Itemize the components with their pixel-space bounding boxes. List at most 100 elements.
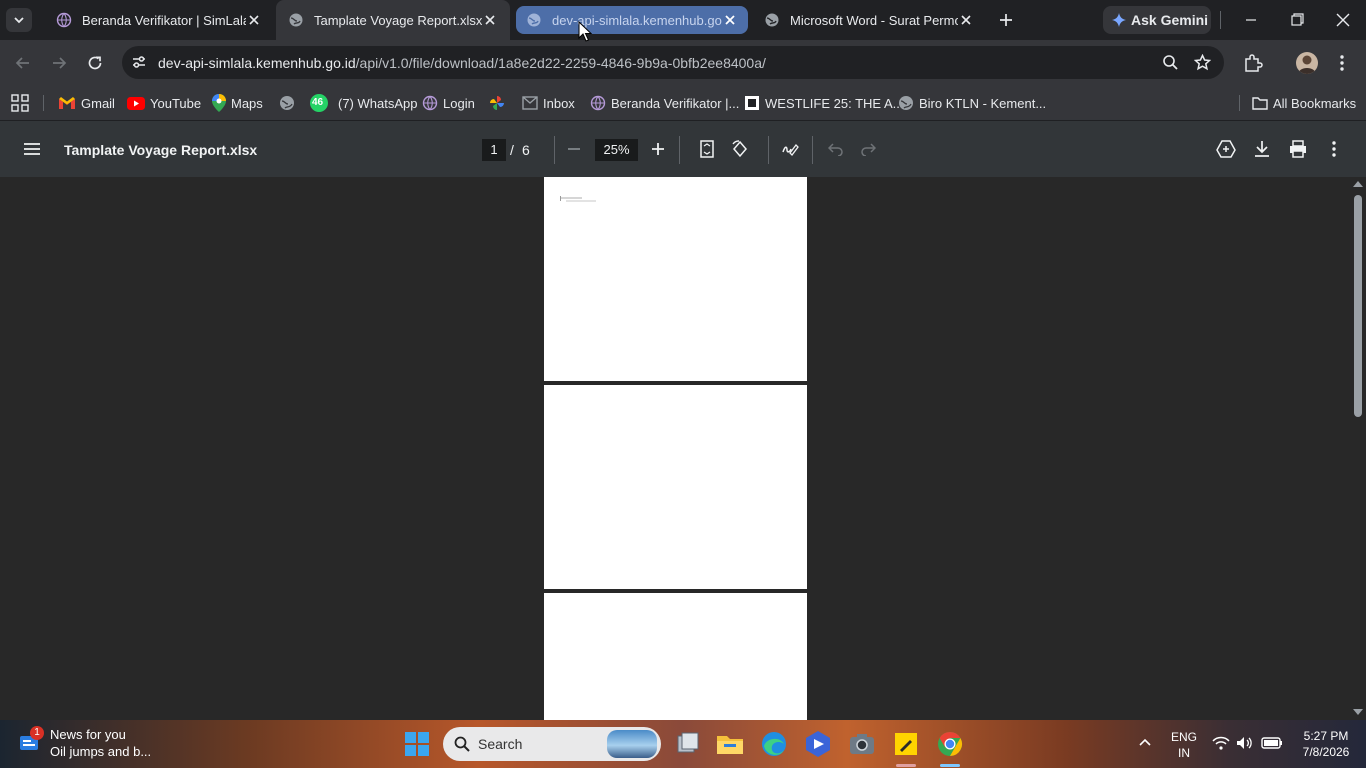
bookmark-beranda-verifikator[interactable]: Beranda Verifikator |... — [590, 93, 739, 113]
address-bar[interactable]: dev-api-simlala.kemenhub.go.id/api/v1.0/… — [122, 46, 1224, 79]
scroll-down-arrow-icon[interactable] — [1353, 708, 1363, 716]
rotate-icon[interactable] — [731, 140, 749, 158]
draw-annotate-icon[interactable] — [781, 140, 799, 158]
bookmark-label: Login — [443, 95, 475, 111]
download-icon[interactable] — [1254, 140, 1270, 158]
bookmark-globe[interactable] — [279, 93, 300, 113]
sticky-notes-icon[interactable] — [890, 728, 922, 760]
bookmark-label: Maps — [231, 95, 263, 111]
fit-to-page-icon[interactable] — [700, 140, 714, 158]
clock-time[interactable]: 5:27 PM — [1296, 729, 1356, 743]
restore-icon — [1282, 10, 1312, 30]
zoom-level-input[interactable]: 25% — [595, 139, 638, 161]
mouse-pointer-icon — [578, 21, 592, 43]
close-window-button[interactable] — [1328, 10, 1358, 30]
globe-icon — [764, 12, 780, 28]
globe-icon — [590, 95, 611, 111]
scroll-up-arrow-icon[interactable] — [1353, 180, 1363, 188]
taskbar-search[interactable]: Search — [443, 727, 661, 761]
pdf-viewer-area[interactable] — [0, 177, 1350, 720]
windows-start-icon[interactable] — [405, 732, 429, 756]
redo-icon[interactable] — [860, 142, 876, 156]
bookmark-pinwheel[interactable] — [489, 93, 510, 113]
chevron-up-icon[interactable] — [1138, 737, 1152, 747]
wifi-icon[interactable] — [1212, 736, 1230, 750]
tab-title: Microsoft Word - Surat Permoh — [790, 12, 958, 28]
undo-icon[interactable] — [828, 142, 844, 156]
minimize-button[interactable] — [1236, 10, 1266, 30]
hamburger-menu-icon[interactable] — [23, 142, 41, 156]
chevron-down-icon — [13, 14, 25, 26]
app-blue-icon[interactable] — [802, 728, 834, 760]
task-view-icon[interactable] — [672, 728, 704, 760]
tab-search-button[interactable] — [6, 8, 32, 32]
close-icon — [1328, 10, 1358, 30]
close-icon[interactable] — [246, 12, 262, 28]
scroll-thumb[interactable] — [1354, 195, 1362, 417]
language-top[interactable]: ENG — [1170, 730, 1198, 744]
plus-icon — [999, 13, 1013, 27]
camera-icon[interactable] — [846, 728, 878, 760]
tab-tamplate-voyage-report[interactable]: Tamplate Voyage Report.xlsx — [276, 0, 510, 40]
page-number-input[interactable]: 1 — [482, 139, 506, 161]
bookmark-inbox[interactable]: Inbox — [522, 93, 575, 113]
tab-dev-api-simlala[interactable]: dev-api-simlala.kemenhub.go.id — [516, 6, 748, 34]
apps-grid-icon[interactable] — [11, 94, 29, 112]
save-to-drive-icon[interactable] — [1216, 140, 1236, 158]
new-tab-button[interactable] — [996, 10, 1016, 30]
bookmark-westlife[interactable]: WESTLIFE 25: THE A... — [744, 93, 903, 113]
zoom-out-button[interactable] — [567, 142, 581, 156]
pdf-page-2 — [544, 385, 807, 589]
restore-button[interactable] — [1282, 10, 1312, 30]
zoom-magnifier-icon[interactable] — [1162, 54, 1179, 71]
divider — [554, 136, 555, 164]
minimize-icon — [1236, 10, 1266, 30]
bookmark-label: Gmail — [81, 95, 115, 111]
bookmark-whatsapp[interactable]: 46 (7) WhatsApp — [310, 93, 417, 113]
divider — [679, 136, 680, 164]
forward-button[interactable] — [49, 53, 69, 73]
close-icon[interactable] — [722, 12, 738, 28]
file-explorer-icon[interactable] — [714, 728, 746, 760]
vertical-scrollbar[interactable] — [1350, 177, 1366, 720]
page-thumbnail-text — [560, 195, 598, 203]
clock-date[interactable]: 7/8/2026 — [1296, 745, 1356, 759]
profile-avatar[interactable] — [1296, 52, 1318, 74]
extensions-button[interactable] — [1243, 53, 1263, 73]
bookmark-biro-ktln[interactable]: Biro KTLN - Kement... — [898, 93, 1046, 113]
chrome-menu-button[interactable] — [1334, 53, 1350, 73]
close-icon[interactable] — [958, 12, 974, 28]
reload-button[interactable] — [85, 53, 105, 73]
arrow-left-icon — [13, 53, 33, 73]
bookmark-youtube[interactable]: YouTube — [127, 93, 201, 113]
edge-browser-icon[interactable] — [758, 728, 790, 760]
volume-icon[interactable] — [1236, 736, 1254, 750]
back-button[interactable] — [13, 53, 33, 73]
zoom-in-button[interactable] — [651, 142, 665, 156]
bookmark-label: Inbox — [543, 95, 575, 111]
battery-icon[interactable] — [1261, 735, 1283, 749]
tab-microsoft-word[interactable]: Microsoft Word - Surat Permoh — [752, 0, 986, 40]
language-bottom[interactable]: IN — [1170, 746, 1198, 760]
bookmark-star-icon[interactable] — [1194, 54, 1211, 71]
print-icon[interactable] — [1289, 140, 1307, 158]
ask-gemini-button[interactable]: Ask Gemini — [1103, 6, 1211, 34]
news-widget[interactable]: 1 News for you Oil jumps and b... — [18, 726, 158, 762]
chrome-icon[interactable] — [934, 728, 966, 760]
news-title: News for you — [50, 727, 126, 742]
page-separator: / — [510, 142, 514, 158]
site-info-icon[interactable] — [131, 54, 147, 70]
url-host: dev-api-simlala.kemenhub.go.id — [158, 55, 356, 71]
more-options-icon[interactable] — [1327, 140, 1341, 158]
tab-beranda-verifikator[interactable]: Beranda Verifikator | SimLala — [44, 0, 274, 40]
close-icon[interactable] — [482, 12, 498, 28]
bookmark-gmail[interactable]: Gmail — [58, 93, 115, 113]
pdf-page-3 — [544, 593, 807, 720]
tab-title: Beranda Verifikator | SimLala — [82, 12, 246, 28]
arrow-right-icon — [49, 53, 69, 73]
gmail-icon — [58, 96, 81, 110]
bookmark-maps[interactable]: Maps — [212, 93, 263, 113]
all-bookmarks-button[interactable]: All Bookmarks — [1252, 93, 1356, 113]
pinwheel-icon — [489, 95, 510, 111]
bookmark-login[interactable]: Login — [422, 93, 475, 113]
